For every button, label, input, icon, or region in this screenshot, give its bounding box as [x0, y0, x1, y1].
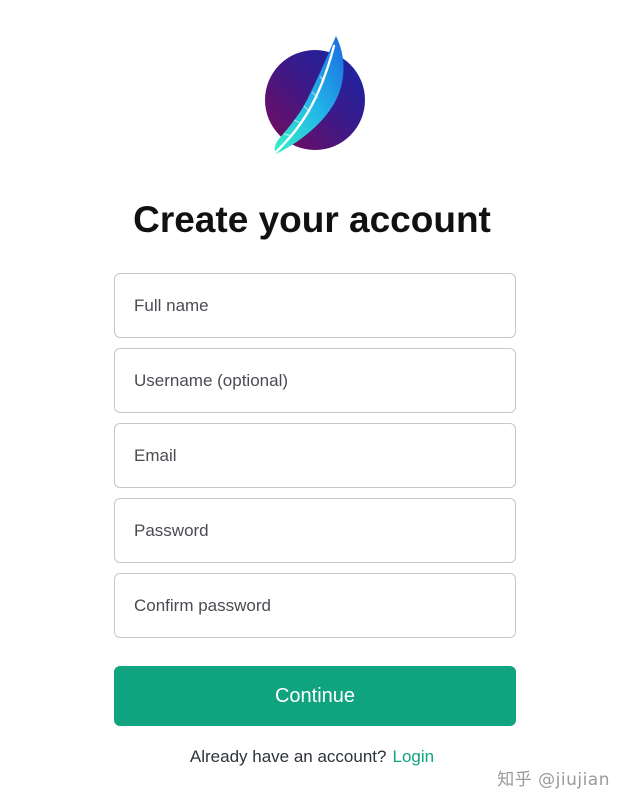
page-title: Create your account — [133, 199, 491, 240]
continue-button[interactable]: Continue — [114, 666, 516, 726]
watermark-text: 知乎 @jiujian — [497, 770, 610, 790]
username-input[interactable] — [115, 349, 515, 412]
email-input[interactable] — [115, 424, 515, 487]
password-input[interactable] — [115, 499, 515, 562]
full-name-field-container — [114, 273, 516, 338]
password-field-container — [114, 498, 516, 563]
email-field-container — [114, 423, 516, 488]
feather-logo-icon — [262, 34, 370, 158]
username-field-container — [114, 348, 516, 413]
full-name-input[interactable] — [115, 274, 515, 337]
login-link[interactable]: Login — [392, 747, 434, 766]
signup-form — [114, 273, 516, 648]
login-prompt: Already have an account? Login — [0, 747, 624, 767]
confirm-password-input[interactable] — [115, 574, 515, 637]
login-prompt-text: Already have an account? — [189, 747, 387, 766]
confirm-password-field-container — [114, 573, 516, 638]
